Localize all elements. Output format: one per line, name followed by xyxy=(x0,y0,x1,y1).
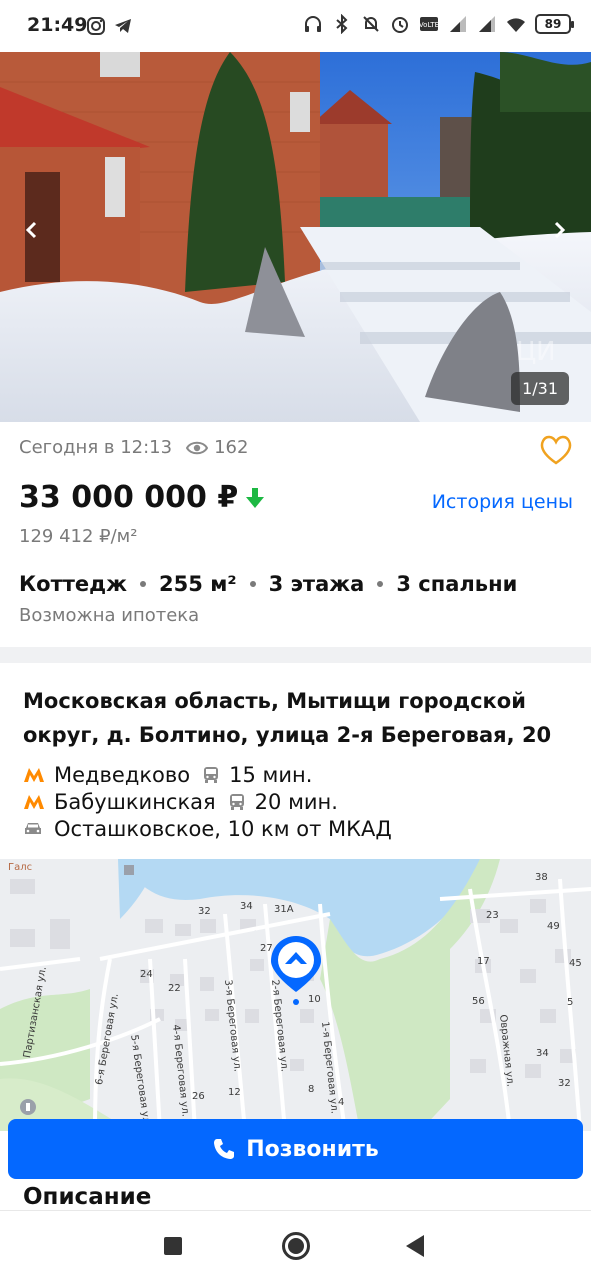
home-button[interactable] xyxy=(282,1232,310,1260)
price-history-link[interactable]: История цены xyxy=(432,491,573,513)
arrow-down-icon xyxy=(246,487,265,508)
highway-row: Осташковское, 10 км от МКАД xyxy=(23,815,583,842)
svg-text:VoLTE: VoLTE xyxy=(419,21,439,29)
spec-floors: 3 этажа xyxy=(268,572,365,596)
recents-button[interactable] xyxy=(164,1237,182,1255)
telegram-icon xyxy=(113,16,133,36)
published-date: Сегодня в 12:13 xyxy=(19,437,173,458)
map-label: 34 xyxy=(536,1048,549,1059)
map-label: 56 xyxy=(472,996,485,1007)
status-icons: VoLTE 89 xyxy=(303,14,574,34)
specs-row: Коттедж 255 м² 3 этажа 3 спальни xyxy=(19,572,517,596)
volte-icon: VoLTE xyxy=(419,17,439,31)
watermark: ЦИ xyxy=(516,337,556,367)
description-title: Описание xyxy=(23,1184,152,1210)
price: 33 000 000 ₽ xyxy=(19,480,265,515)
section-divider xyxy=(0,647,591,663)
spec-area: 255 м² xyxy=(159,572,237,596)
bell-off-icon xyxy=(363,16,379,32)
map-label: 22 xyxy=(168,983,181,994)
map-label: 32 xyxy=(198,906,211,917)
system-nav-bar xyxy=(0,1210,591,1280)
map-label: 8 xyxy=(308,1084,315,1095)
price-per-sqm: 129 412 ₽/м² xyxy=(19,526,138,547)
highway-info: Осташковское, 10 км от МКАД xyxy=(54,816,392,841)
back-button[interactable] xyxy=(406,1235,424,1257)
chevron-right-icon xyxy=(554,221,566,239)
instagram-icon xyxy=(86,16,106,36)
map-label: 31А xyxy=(274,904,294,915)
eye-icon xyxy=(186,441,209,454)
signal-icon xyxy=(450,16,466,32)
location-pin-icon xyxy=(271,936,321,1005)
battery-icon: 89 xyxy=(535,14,574,34)
heart-icon xyxy=(540,435,572,465)
car-icon xyxy=(23,821,45,837)
map-label: 26 xyxy=(192,1091,205,1102)
map-label: 49 xyxy=(547,921,560,932)
metro-icon xyxy=(23,767,45,783)
location-map[interactable]: Галс 32 34 31А 27 10 24 22 23 17 49 45 5… xyxy=(0,859,591,1131)
metro-row: Бабушкинская 20 мин. xyxy=(23,788,583,815)
mortgage-note: Возможна ипотека xyxy=(19,605,200,626)
map-label: Галс xyxy=(8,862,33,873)
bus-icon xyxy=(202,766,220,784)
photo-gallery[interactable]: ЦИ 1/31 xyxy=(0,52,591,422)
map-label: 34 xyxy=(240,901,253,912)
call-button-label: Позвонить xyxy=(246,1136,379,1162)
spec-type: Коттедж xyxy=(19,572,128,596)
map-label: 23 xyxy=(486,910,499,921)
map-label: 38 xyxy=(535,872,548,883)
metro-icon xyxy=(23,794,45,810)
metro-station: Медведково xyxy=(54,762,191,787)
price-value: 33 000 000 ₽ xyxy=(19,480,239,515)
metro-time: 15 мин. xyxy=(229,762,313,787)
call-button[interactable]: Позвонить xyxy=(8,1119,583,1179)
wifi-icon xyxy=(507,18,525,32)
map-label: 5 xyxy=(567,997,574,1008)
metro-row: Медведково 15 мин. xyxy=(23,761,583,788)
map-label: 32 xyxy=(558,1078,571,1089)
separator-dot xyxy=(249,581,256,587)
phone-icon xyxy=(214,1139,235,1159)
alarm-icon xyxy=(392,17,408,33)
views-count: 162 xyxy=(214,437,249,458)
listing-photo: ЦИ xyxy=(0,52,591,422)
next-photo-button[interactable] xyxy=(541,212,577,248)
map-label: 12 xyxy=(228,1087,241,1098)
photo-counter: 1/31 xyxy=(511,372,569,405)
map-label: 24 xyxy=(140,969,153,980)
separator-dot xyxy=(377,581,384,587)
status-bar: 21:49 VoLTE 89 xyxy=(0,0,591,52)
bus-icon xyxy=(228,793,246,811)
status-time: 21:49 xyxy=(27,14,88,36)
bluetooth-icon xyxy=(336,14,348,34)
listing-meta: Сегодня в 12:13 162 xyxy=(19,437,248,458)
map-label: 17 xyxy=(477,956,490,967)
chevron-left-icon xyxy=(25,221,37,239)
signal-icon xyxy=(479,16,495,32)
metro-station: Бабушкинская xyxy=(54,789,216,814)
favorite-button[interactable] xyxy=(538,432,574,468)
transit-list: Медведково 15 мин. Бабушкинская 20 мин. … xyxy=(23,761,583,842)
map-label: 45 xyxy=(569,958,582,969)
headphones-icon xyxy=(305,16,321,32)
address: Московская область, Мытищи городской окр… xyxy=(23,689,552,747)
metro-time: 20 мин. xyxy=(254,789,338,814)
spec-bedrooms: 3 спальни xyxy=(396,572,518,596)
prev-photo-button[interactable] xyxy=(14,212,50,248)
separator-dot xyxy=(140,581,147,587)
